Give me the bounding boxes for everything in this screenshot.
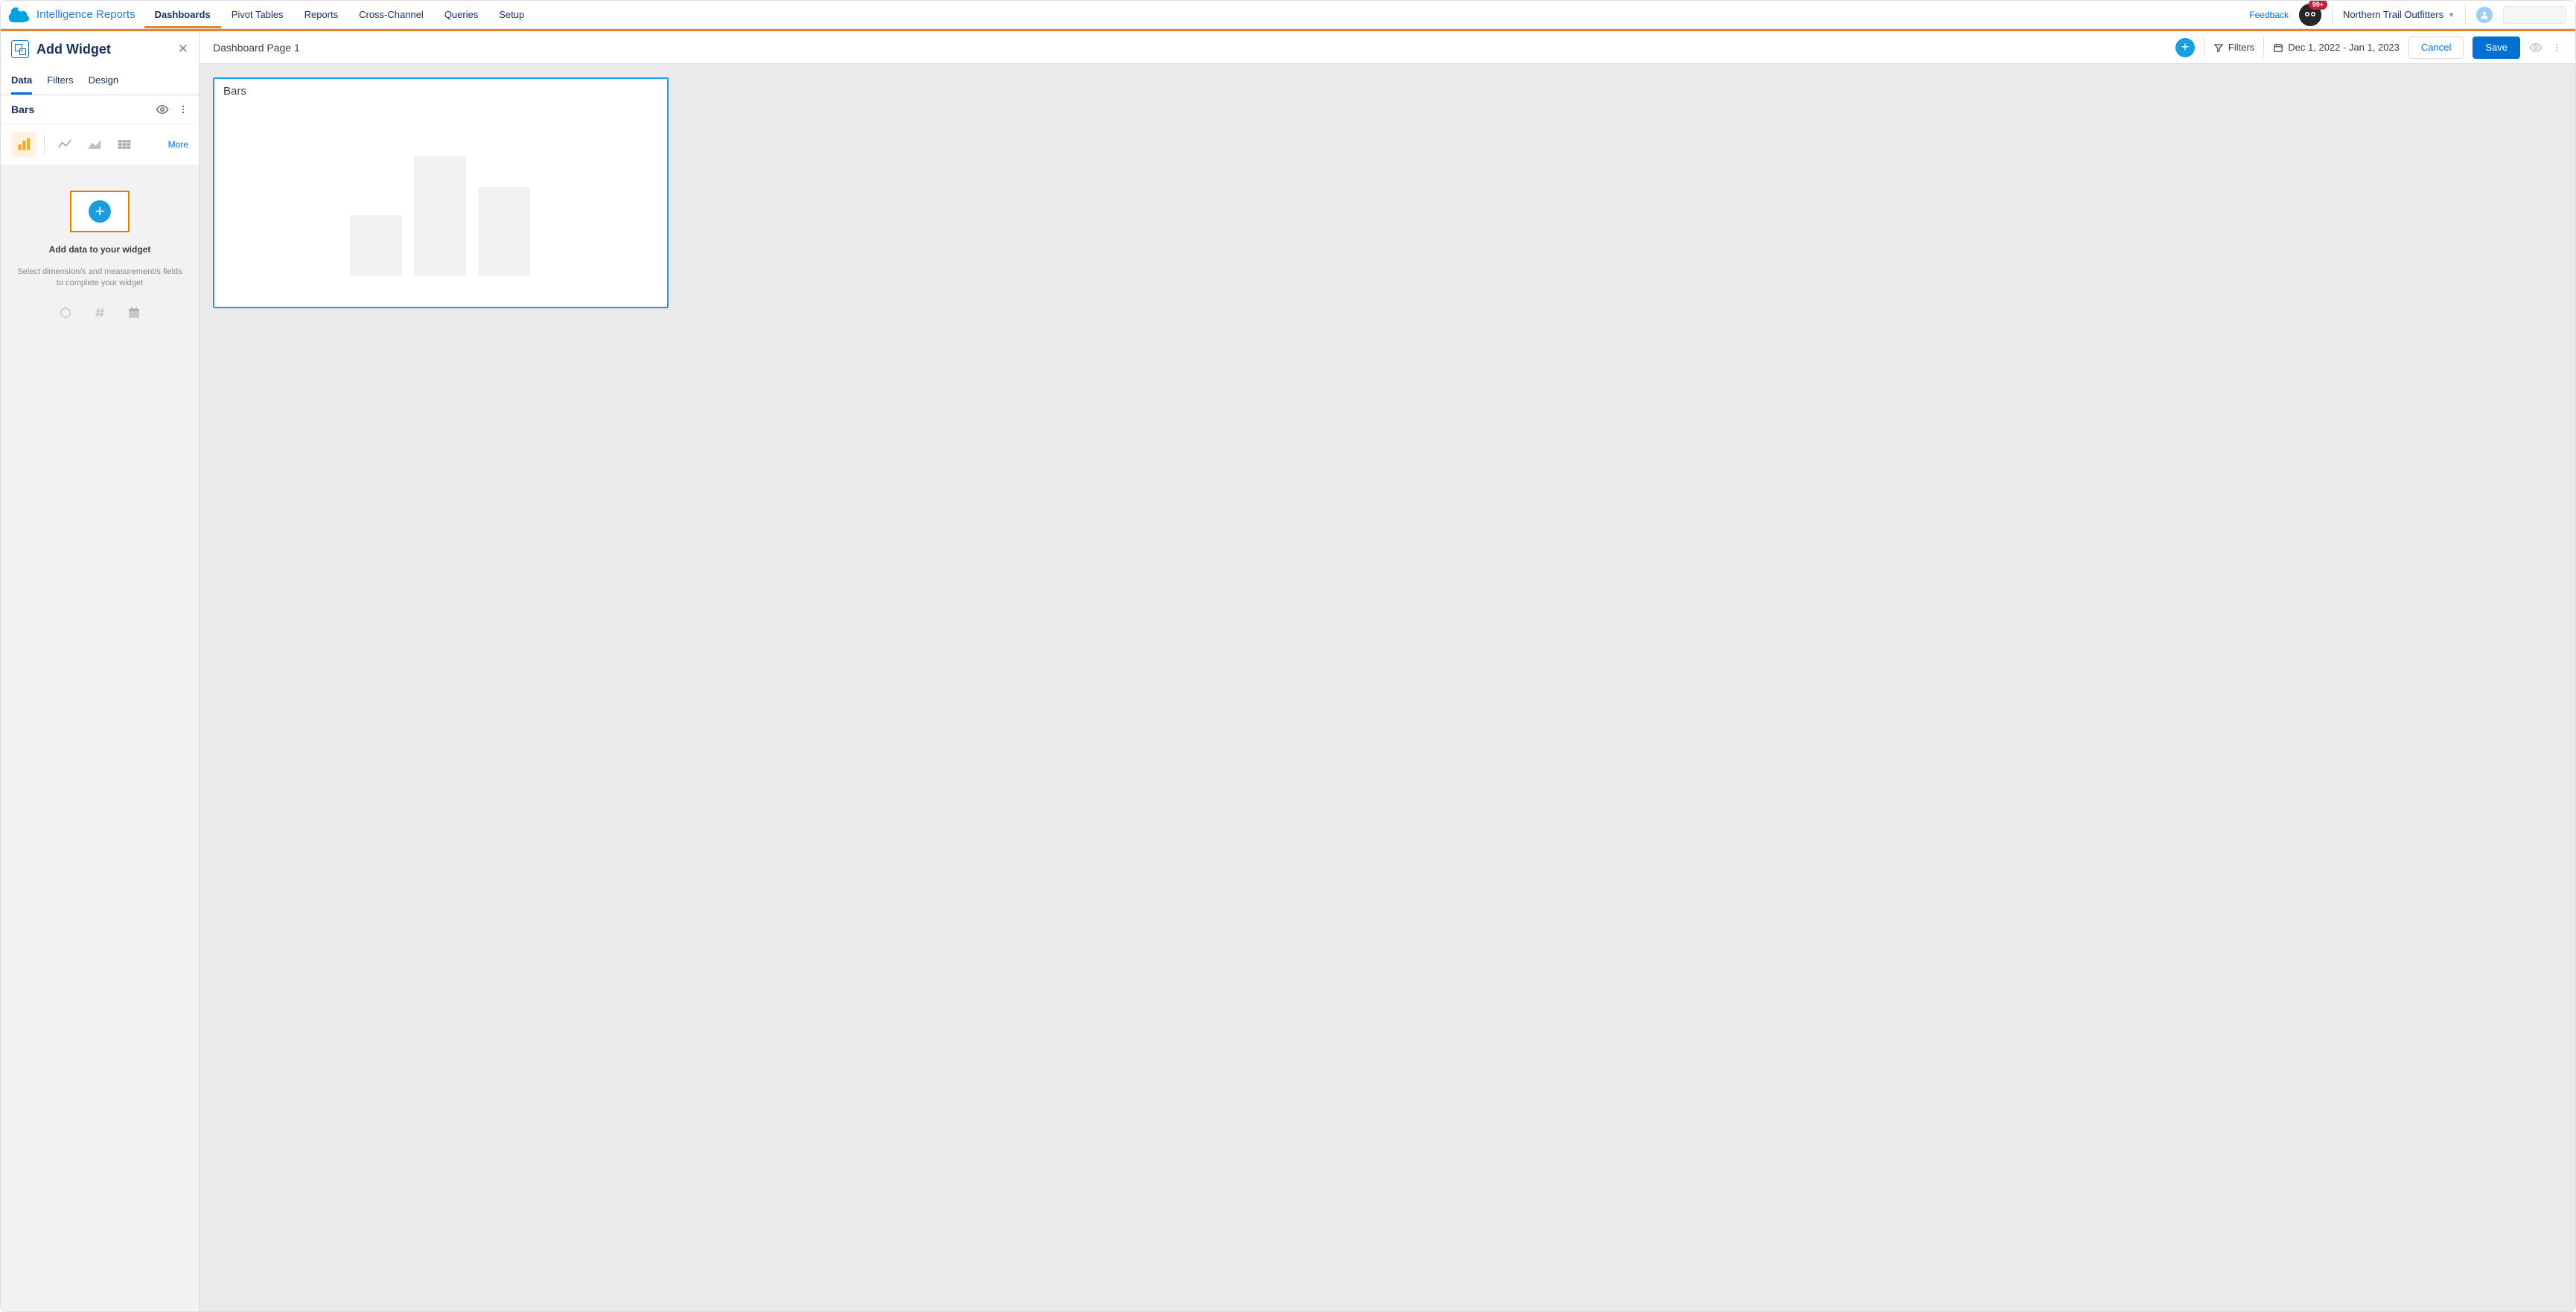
empty-title: Add data to your widget <box>49 244 151 255</box>
top-nav-right: Feedback 99+ Northern Trail Outfitters ▼ <box>2249 1 2575 28</box>
separator <box>44 135 45 154</box>
workspace-picker[interactable]: Northern Trail Outfitters ▼ <box>2343 9 2455 20</box>
visibility-icon[interactable] <box>156 103 169 116</box>
close-icon[interactable]: ✕ <box>178 42 188 57</box>
separator <box>2263 38 2264 57</box>
hash-icon[interactable] <box>93 306 106 319</box>
canvas-area: Dashboard Page 1 + Filters Dec 1, 2022 -… <box>200 31 2575 1311</box>
user-avatar[interactable] <box>2476 7 2493 23</box>
widget-name-row: Bars <box>1 95 199 124</box>
notification-badge: 99+ <box>2309 0 2327 10</box>
filter-icon <box>2213 42 2224 53</box>
chart-type-area[interactable] <box>82 132 107 157</box>
chart-type-line[interactable] <box>52 132 77 157</box>
table-icon <box>117 138 132 150</box>
panel-tabs: Data Filters Design <box>1 67 199 95</box>
panel-title: Add Widget <box>36 42 111 57</box>
cancel-button[interactable]: Cancel <box>2408 36 2464 59</box>
chevron-down-icon: ▼ <box>2448 11 2455 19</box>
nav-tabs: Dashboards Pivot Tables Reports Cross-Ch… <box>144 1 535 28</box>
nav-tab-dashboards[interactable]: Dashboards <box>144 1 221 28</box>
add-widget-panel: Add Widget ✕ Data Filters Design Bars <box>1 31 200 1311</box>
mascot-notifications[interactable]: 99+ <box>2299 4 2321 26</box>
separator <box>2465 5 2466 25</box>
chart-type-bar[interactable] <box>11 132 36 157</box>
add-widget-circle-button[interactable]: + <box>2175 38 2195 57</box>
user-menu-box[interactable] <box>2503 6 2566 24</box>
workspace-name: Northern Trail Outfitters <box>2343 9 2443 20</box>
calendar-icon[interactable] <box>127 306 141 319</box>
plus-circle-icon: + <box>89 200 111 223</box>
field-type-icons <box>59 306 141 319</box>
preview-icon[interactable] <box>2529 41 2542 54</box>
salesforce-cloud-icon <box>8 7 31 22</box>
line-chart-icon <box>57 138 72 150</box>
nav-tab-setup[interactable]: Setup <box>488 1 535 28</box>
nav-tab-queries[interactable]: Queries <box>434 1 489 28</box>
panel-tab-filters[interactable]: Filters <box>47 67 73 95</box>
separator <box>2332 5 2333 25</box>
panel-tab-design[interactable]: Design <box>89 67 118 95</box>
empty-subtitle: Select dimension/s and measurement/s fie… <box>14 267 185 290</box>
save-button[interactable]: Save <box>2473 36 2520 59</box>
brand: Intelligence Reports <box>1 7 144 22</box>
panel-tab-data[interactable]: Data <box>11 67 32 95</box>
panel-header: Add Widget ✕ <box>1 31 199 67</box>
more-vertical-icon[interactable] <box>2551 41 2562 54</box>
widget-card-bars[interactable]: Bars <box>213 77 669 308</box>
panel-body-empty: + Add data to your widget Select dimensi… <box>1 165 199 1311</box>
area-chart-icon <box>87 138 102 150</box>
brand-name: Intelligence Reports <box>36 8 136 21</box>
dashboard-canvas[interactable]: Bars <box>200 64 2575 1311</box>
chart-type-table[interactable] <box>112 132 137 157</box>
chart-type-row: More <box>1 124 199 165</box>
bar-chart-icon <box>16 137 31 152</box>
chart-type-more[interactable]: More <box>168 139 188 150</box>
add-widget-icon <box>11 40 29 58</box>
add-data-button[interactable]: + <box>70 191 130 232</box>
nav-tab-reports[interactable]: Reports <box>294 1 349 28</box>
placeholder-bars-graphic <box>350 127 658 276</box>
calendar-icon <box>2273 42 2283 53</box>
dashboard-toolbar: Dashboard Page 1 + Filters Dec 1, 2022 -… <box>200 31 2575 64</box>
date-range-picker[interactable]: Dec 1, 2022 - Jan 1, 2023 <box>2273 42 2400 53</box>
nav-tab-cross-channel[interactable]: Cross-Channel <box>348 1 434 28</box>
feedback-link[interactable]: Feedback <box>2249 10 2289 20</box>
nav-tab-pivot-tables[interactable]: Pivot Tables <box>221 1 294 28</box>
top-nav: Intelligence Reports Dashboards Pivot Ta… <box>1 1 2575 29</box>
widget-name: Bars <box>11 104 34 115</box>
widget-card-title: Bars <box>223 85 658 98</box>
more-vertical-icon[interactable] <box>178 103 188 116</box>
cube-icon[interactable] <box>59 306 72 319</box>
filters-button[interactable]: Filters <box>2213 42 2254 53</box>
page-name: Dashboard Page 1 <box>213 42 300 54</box>
